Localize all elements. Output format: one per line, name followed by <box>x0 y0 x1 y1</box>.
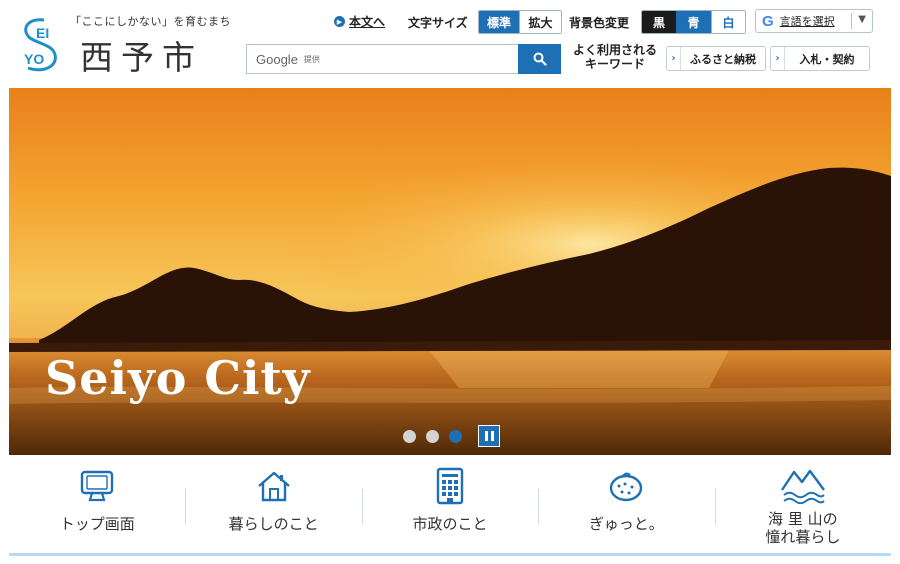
citrus-icon <box>610 472 643 502</box>
nav-tile-municipal[interactable]: 市政のこと <box>361 455 538 553</box>
chevron-right-icon: › <box>667 47 681 70</box>
main-navigation: トップ画面 暮らしのこと 市政のこと ぎゅっと。 海 里 山の 憧れ暮らし <box>9 455 891 556</box>
skip-to-content-link[interactable]: ▶ 本文へ <box>334 13 385 30</box>
city-name-title[interactable]: 西予市 <box>80 31 203 79</box>
city-tagline: 「ここにしかない」を育むまち <box>70 15 231 28</box>
search-button[interactable] <box>518 44 561 74</box>
popular-keywords-label-line1: よく利用される <box>572 43 657 57</box>
nav-tile-label-line2: 憧れ暮らし <box>765 528 841 546</box>
slide-dot-active[interactable] <box>449 430 462 443</box>
building-icon <box>436 467 464 505</box>
slide-dot[interactable] <box>403 430 416 443</box>
font-size-large-button[interactable]: 拡大 <box>519 11 561 33</box>
nav-tile-country-life[interactable]: 海 里 山の 憧れ暮らし <box>714 455 891 553</box>
bg-color-switcher: 黒 青 白 <box>641 10 746 34</box>
arrow-right-icon: ▶ <box>334 16 345 27</box>
hero-title: Seiyo City <box>45 351 311 405</box>
font-size-label: 文字サイズ <box>408 16 468 30</box>
font-size-switcher: 標準 拡大 <box>478 10 562 34</box>
skip-to-content-label: 本文へ <box>349 15 386 29</box>
slide-indicators <box>403 430 462 443</box>
nav-tile-label: 海 里 山の 憧れ暮らし <box>765 510 840 546</box>
language-select[interactable]: G 言語を選択 ▼ <box>755 9 873 33</box>
city-logo-link[interactable]: EI YO <box>20 14 62 74</box>
pause-icon <box>490 431 494 441</box>
popular-keywords-label: よく利用される キーワード <box>572 43 658 71</box>
keyword-label: ふるさと納税 <box>690 52 756 66</box>
search-icon <box>533 52 547 66</box>
nav-tile-label-line1: 海 里 山の <box>768 510 838 528</box>
search-provided-by: 提供 <box>303 54 320 64</box>
house-icon <box>257 471 290 502</box>
google-g-icon: G <box>762 12 774 30</box>
nav-tile-top[interactable]: トップ画面 <box>9 455 185 553</box>
slide-dot[interactable] <box>426 430 439 443</box>
mountain-sea-icon <box>780 469 825 504</box>
font-size-standard-button[interactable]: 標準 <box>479 11 519 33</box>
bg-color-label: 背景色変更 <box>569 16 630 30</box>
nav-tile-label: 市政のこと <box>412 515 488 533</box>
monitor-icon <box>81 470 114 502</box>
nav-tile-gyutto[interactable]: ぎゅっと。 <box>538 455 714 553</box>
nav-tile-living[interactable]: 暮らしのこと <box>185 455 361 553</box>
site-header: EI YO 「ここにしかない」を育むまち 西予市 ▶ 本文へ 文字サイズ 標準 … <box>0 0 900 88</box>
search-brand: Google <box>256 51 298 67</box>
chevron-right-icon: › <box>771 47 785 70</box>
seiyo-logo-icon: EI YO <box>24 18 57 72</box>
hero-slideshow: Seiyo City <box>9 88 891 455</box>
pause-icon <box>484 431 488 441</box>
bg-blue-button[interactable]: 青 <box>676 11 711 33</box>
bg-black-button[interactable]: 黒 <box>642 11 676 33</box>
popular-keywords-label-line2: キーワード <box>584 57 645 71</box>
nav-tile-label: 暮らしのこと <box>228 515 319 533</box>
nav-tile-label: トップ画面 <box>59 515 135 533</box>
keyword-button-furusato[interactable]: › ふるさと納税 <box>666 46 766 71</box>
slideshow-pause-button[interactable] <box>478 425 500 447</box>
language-select-label: 言語を選択 <box>779 15 835 28</box>
nav-tile-label: ぎゅっと。 <box>589 515 664 533</box>
divider <box>851 13 852 29</box>
dropdown-arrow-icon: ▼ <box>858 14 866 25</box>
keyword-button-bidding[interactable]: › 入札・契約 <box>770 46 870 71</box>
site-search-input[interactable]: Google 提供 <box>246 44 519 74</box>
bg-white-button[interactable]: 白 <box>711 11 745 33</box>
svg-text:YO: YO <box>24 51 44 67</box>
keyword-label: 入札・契約 <box>799 52 855 66</box>
svg-text:EI: EI <box>36 25 49 41</box>
